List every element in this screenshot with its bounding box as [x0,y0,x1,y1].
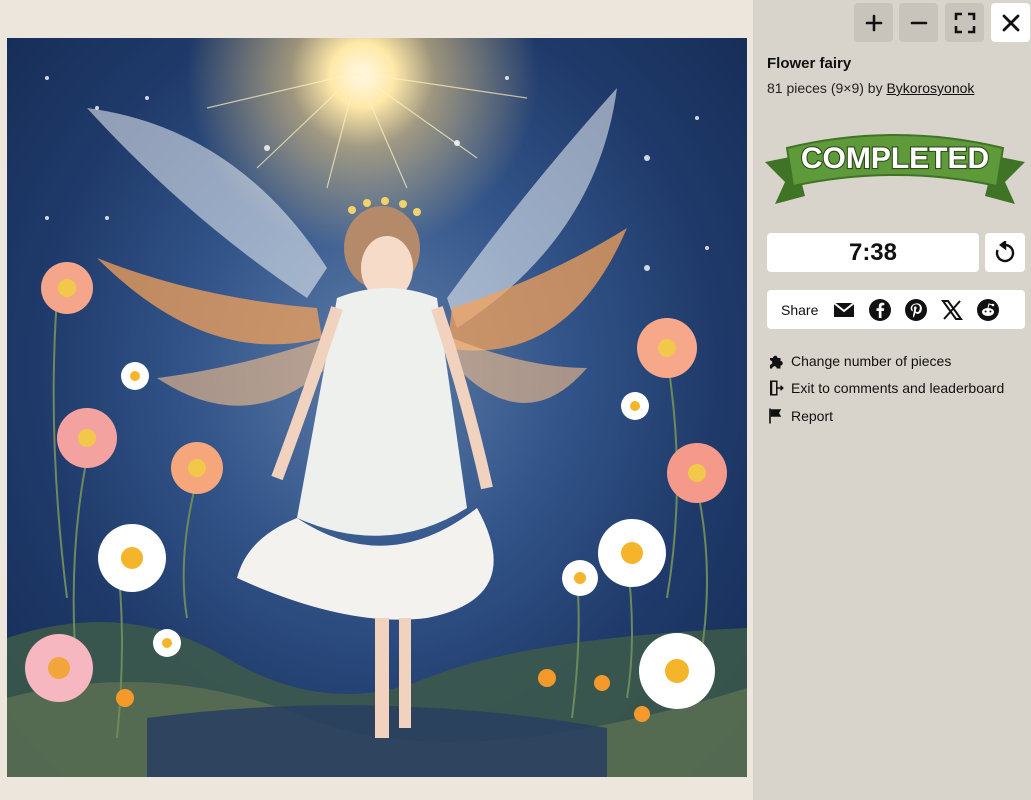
completed-banner: COMPLETED [765,134,1025,204]
completed-text: COMPLETED [801,142,989,175]
puzzle-piece-icon [767,352,785,370]
x-icon[interactable] [940,298,964,322]
email-icon[interactable] [832,298,856,322]
flag-icon [767,407,785,425]
restart-button[interactable] [985,233,1025,272]
plus-icon [865,14,882,31]
exit-comments-label: Exit to comments and leaderboard [791,380,1005,397]
puzzle-board [0,0,753,800]
puzzle-title: Flower fairy [767,55,852,72]
facebook-icon[interactable] [868,298,892,322]
report-link[interactable]: Report [767,402,1004,430]
exit-comments-link[interactable]: Exit to comments and leaderboard [767,375,1004,403]
report-label: Report [791,407,834,424]
author-link[interactable]: Bykorosyonok [886,80,974,96]
share-bar: Share [767,290,1025,329]
exit-door-icon [767,379,785,397]
puzzle-image[interactable] [7,38,747,777]
fullscreen-icon [954,12,975,33]
fullscreen-button[interactable] [945,3,984,42]
action-menu: Change number of pieces Exit to comments… [767,347,1004,430]
zoom-in-button[interactable] [854,3,893,42]
pieces-count: 81 pieces (9×9) by [767,80,887,96]
share-label: Share [781,301,819,318]
timer-display: 7:38 [767,233,979,272]
flower-fairy-artwork [7,72,747,777]
change-pieces-link[interactable]: Change number of pieces [767,347,1004,375]
close-icon [1002,14,1019,31]
change-pieces-label: Change number of pieces [791,352,952,369]
zoom-out-button[interactable] [899,3,938,42]
restart-icon [995,240,1015,262]
minus-icon [910,21,927,24]
puzzle-meta: 81 pieces (9×9) by Bykorosyonok [767,80,974,96]
close-button[interactable] [991,3,1030,42]
reddit-icon[interactable] [976,298,1000,322]
sidebar: Flower fairy 81 pieces (9×9) by Bykorosy… [753,0,1031,800]
pinterest-icon[interactable] [904,298,928,322]
